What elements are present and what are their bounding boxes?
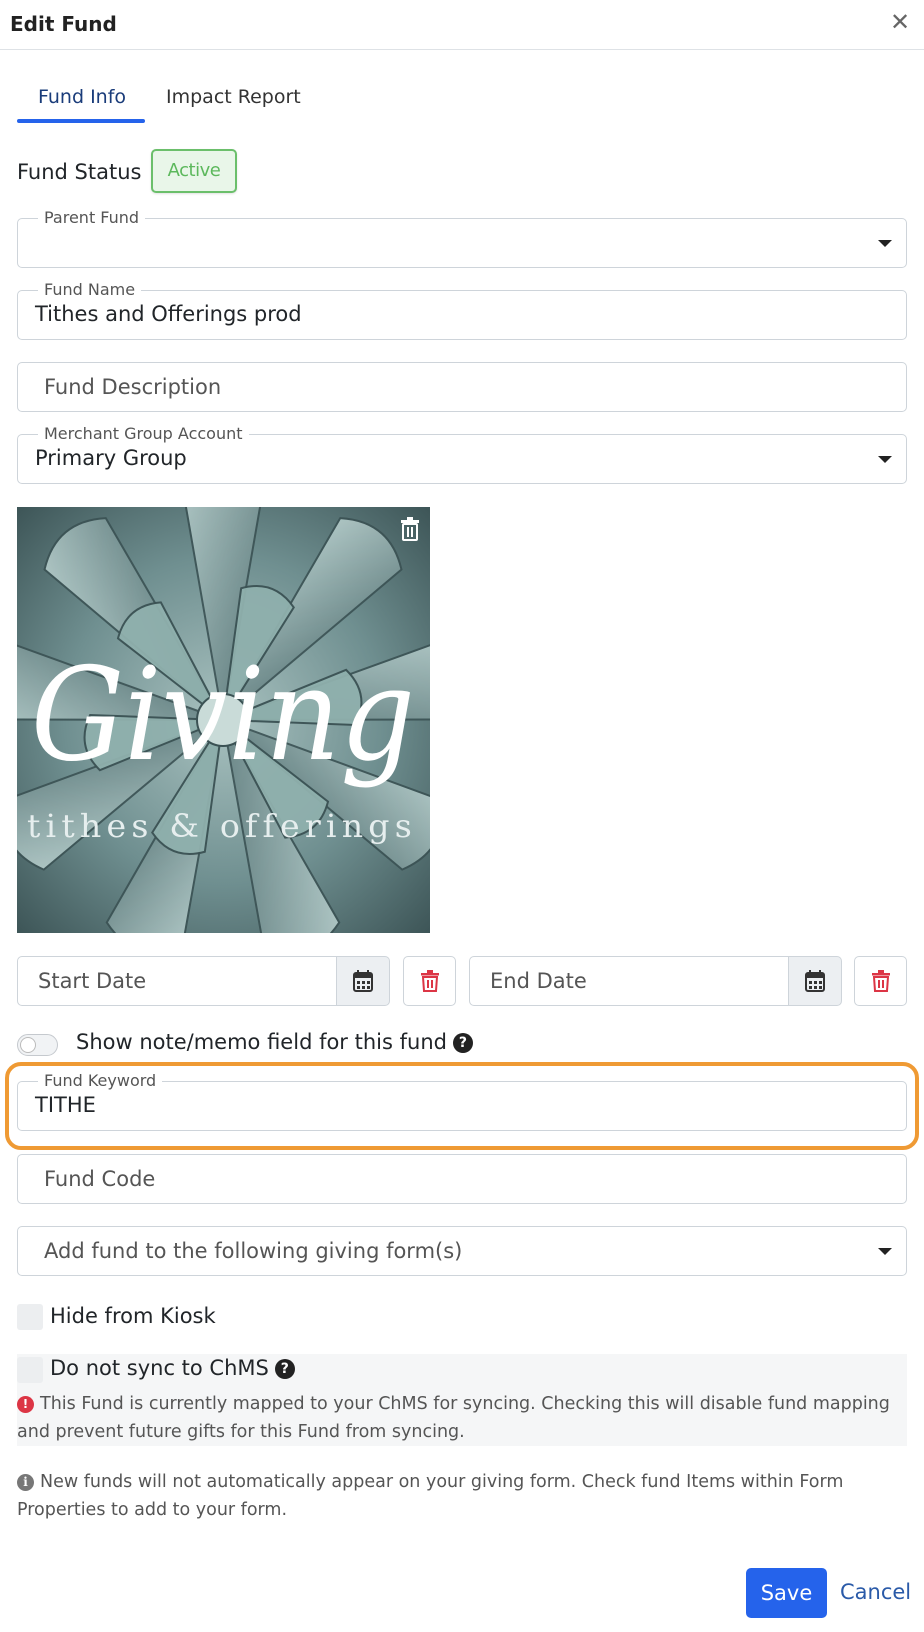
fund-image: Giving tithes & offerings xyxy=(17,507,430,933)
sync-warning: ! This Fund is currently mapped to your C… xyxy=(17,1390,907,1446)
toggle-knob xyxy=(20,1037,36,1053)
question-circle-icon[interactable]: ? xyxy=(274,1359,295,1379)
start-date-calendar-button[interactable] xyxy=(337,956,390,1006)
caret-down-icon xyxy=(878,240,892,247)
memo-field-toggle[interactable] xyxy=(17,1034,58,1056)
start-date-input[interactable]: Start Date xyxy=(17,956,337,1006)
end-date-delete-button[interactable] xyxy=(854,956,907,1006)
active-tab-indicator xyxy=(17,119,145,123)
caret-down-icon xyxy=(878,456,892,463)
caret-down-icon xyxy=(878,1248,892,1255)
parent-fund-select[interactable]: Parent Fund xyxy=(17,209,907,268)
giving-forms-select[interactable]: Add fund to the following giving form(s) xyxy=(17,1226,907,1276)
info-circle-icon: i xyxy=(17,1474,34,1491)
cancel-button[interactable]: Cancel xyxy=(840,1580,911,1604)
fund-keyword-legend: Fund Keyword xyxy=(38,1072,163,1090)
merchant-group-legend: Merchant Group Account xyxy=(38,425,249,443)
calendar-icon xyxy=(805,970,825,992)
end-date-calendar-button[interactable] xyxy=(789,956,842,1006)
hide-kiosk-checkbox[interactable] xyxy=(17,1304,43,1330)
fund-code-placeholder: Fund Code xyxy=(44,1167,156,1191)
image-title-text: Giving xyxy=(31,641,415,790)
calendar-icon xyxy=(353,970,373,992)
fund-name-legend: Fund Name xyxy=(38,281,142,299)
exclamation-circle-icon: ! xyxy=(17,1396,34,1413)
tab-impact-report[interactable]: Impact Report xyxy=(166,86,301,108)
fund-code-input[interactable]: Fund Code xyxy=(17,1154,907,1204)
image-subtitle-text: tithes & offerings xyxy=(27,807,417,845)
memo-field-label-text: Show note/memo field for this fund xyxy=(76,1030,447,1054)
fund-keyword-input[interactable]: Fund Keyword TITHE xyxy=(17,1072,907,1131)
fund-status-button[interactable]: Active xyxy=(151,149,237,193)
start-date-delete-button[interactable] xyxy=(403,956,456,1006)
sync-warning-text: This Fund is currently mapped to your Ch… xyxy=(17,1394,890,1442)
modal-header: Edit Fund ✕ xyxy=(0,0,924,50)
fund-description-input[interactable]: Fund Description xyxy=(17,362,907,412)
question-circle-icon[interactable]: ? xyxy=(452,1033,473,1053)
close-icon[interactable]: ✕ xyxy=(890,10,910,34)
end-date-input[interactable]: End Date xyxy=(469,956,789,1006)
hide-kiosk-label: Hide from Kiosk xyxy=(50,1304,216,1328)
merchant-group-value: Primary Group xyxy=(35,446,187,470)
info-note: i New funds will not automatically appear… xyxy=(17,1468,907,1524)
parent-fund-legend: Parent Fund xyxy=(38,209,146,227)
tab-fund-info[interactable]: Fund Info xyxy=(38,86,126,108)
giving-forms-placeholder: Add fund to the following giving form(s) xyxy=(44,1239,463,1263)
info-note-text: New funds will not automatically appear … xyxy=(17,1472,844,1520)
modal-title: Edit Fund xyxy=(10,12,117,36)
fund-keyword-value: TITHE xyxy=(35,1093,96,1117)
fund-status-label: Fund Status xyxy=(17,160,142,184)
fund-name-input[interactable]: Fund Name Tithes and Offerings prod xyxy=(17,281,907,340)
no-sync-label-text: Do not sync to ChMS xyxy=(50,1356,269,1380)
trash-icon[interactable] xyxy=(399,517,421,541)
end-date-placeholder: End Date xyxy=(490,969,587,993)
merchant-group-select[interactable]: Merchant Group Account Primary Group xyxy=(17,425,907,484)
trash-icon xyxy=(420,970,439,992)
fund-name-value: Tithes and Offerings prod xyxy=(35,302,302,326)
trash-icon xyxy=(871,970,890,992)
save-button[interactable]: Save xyxy=(746,1568,827,1618)
start-date-placeholder: Start Date xyxy=(38,969,147,993)
no-sync-label: Do not sync to ChMS? xyxy=(50,1356,295,1380)
no-sync-checkbox[interactable] xyxy=(17,1357,43,1383)
fund-description-placeholder: Fund Description xyxy=(44,375,222,399)
memo-field-label: Show note/memo field for this fund? xyxy=(76,1030,473,1054)
